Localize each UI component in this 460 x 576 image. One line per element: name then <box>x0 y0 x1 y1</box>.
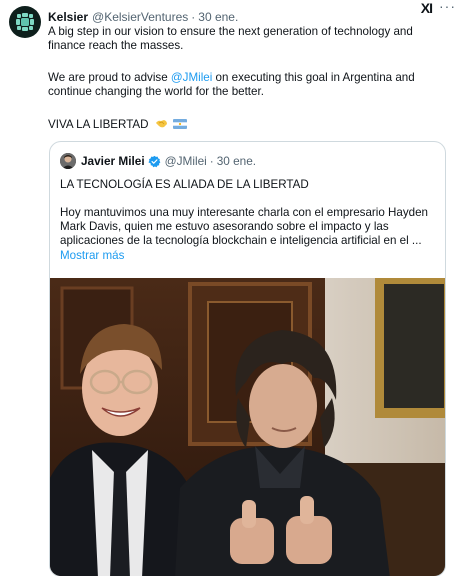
quote-title: LA TECNOLOGÍA ES ALIADA DE LA LIBERTAD <box>60 178 309 191</box>
milei-avatar[interactable] <box>60 153 76 169</box>
photo-image <box>50 278 445 576</box>
paragraph-2-text-before: We are proud to advise <box>48 71 171 84</box>
separator-dot: · <box>191 10 196 24</box>
quote-body: Hoy mantuvimos una muy interesante charl… <box>60 206 428 248</box>
author-name[interactable]: Kelsier <box>48 10 88 24</box>
argentina-flag-icon <box>173 119 187 129</box>
tweet-paragraph-1: A big step in our vision to ensure the n… <box>48 25 413 52</box>
quote-header: Javier Milei @JMilei · 30 ene. <box>81 153 256 169</box>
kelsier-logo-icon <box>16 13 34 31</box>
viva-text: VIVA LA LIBERTAD <box>48 118 149 131</box>
tweet-paragraph-2: We are proud to advise @JMilei on execut… <box>48 71 452 99</box>
tweet-paragraph-3: VIVA LA LIBERTAD <box>48 118 452 132</box>
quote-photo[interactable] <box>50 278 445 576</box>
mention-link[interactable]: @JMilei <box>171 71 212 84</box>
show-more-link[interactable]: Mostrar más <box>60 249 124 262</box>
quote-separator-dot: · <box>209 154 214 168</box>
verified-badge-icon <box>148 155 161 168</box>
tweet[interactable]: Kelsier @KelsierVentures · 30 ene. XI ··… <box>0 0 460 576</box>
more-options-icon[interactable]: ··· <box>439 0 456 14</box>
kelsier-avatar[interactable] <box>9 6 41 38</box>
grok-icon[interactable]: XI <box>421 0 433 16</box>
author-handle[interactable]: @KelsierVentures <box>92 10 188 24</box>
quote-date[interactable]: 30 ene. <box>217 154 256 168</box>
tweet-header: Kelsier @KelsierVentures · 30 ene. <box>48 8 452 26</box>
quoted-tweet[interactable]: Javier Milei @JMilei · 30 ene. LA TECNOL… <box>49 141 446 576</box>
handshake-emoji-icon <box>155 120 167 128</box>
quote-author-handle[interactable]: @JMilei <box>165 154 207 168</box>
tweet-date[interactable]: 30 ene. <box>198 10 238 24</box>
quote-author-name[interactable]: Javier Milei <box>81 154 145 168</box>
milei-avatar-image <box>60 153 76 169</box>
